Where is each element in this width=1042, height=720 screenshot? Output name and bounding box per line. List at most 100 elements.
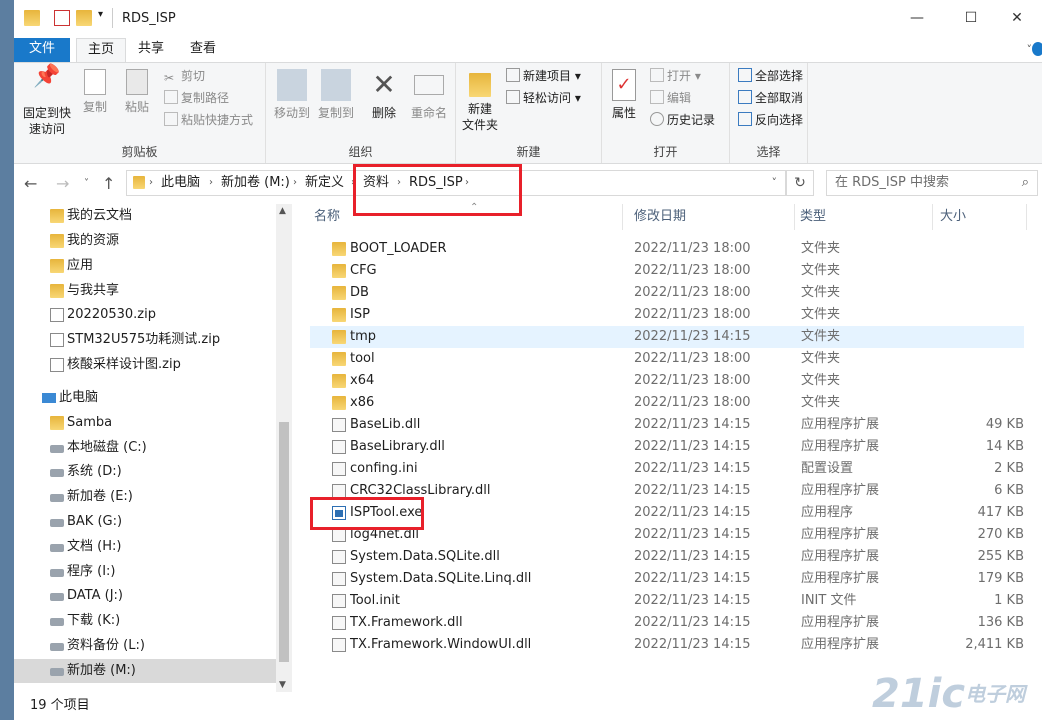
breadcrumb-this-pc[interactable]: 此电脑 [161,175,200,191]
nav-item[interactable]: DATA (J:) [14,584,276,608]
nav-item[interactable]: 系统 (D:) [14,460,276,484]
nav-item[interactable]: 此电脑 [14,386,276,410]
forward-arrow-icon[interactable]: → [56,174,69,194]
open-button[interactable]: 打开 ▾ [650,66,701,86]
file-row[interactable]: tmp 2022/11/23 14:15 文件夹 [310,326,1024,348]
open-label: 打开 [667,69,692,83]
nav-item[interactable]: 新加卷 (M:) [14,659,276,683]
cut-button[interactable]: ✂ 剪切 [164,66,205,86]
easy-access-button[interactable]: 轻松访问 ▾ [506,88,581,108]
properties-button[interactable]: ✓ 属性 [604,69,644,121]
file-row[interactable]: BOOT_LOADER 2022/11/23 18:00 文件夹 [310,238,1024,260]
new-folder-button[interactable]: 新建 文件夹 [458,69,502,133]
file-row[interactable]: BaseLibrary.dll 2022/11/23 14:15 应用程序扩展 14 … [310,436,1024,458]
scroll-down-icon[interactable]: ▼ [279,680,286,690]
breadcrumb-separator-icon[interactable]: › [149,175,153,191]
folder-icon [332,308,346,322]
refresh-icon[interactable]: ↻ [786,170,814,196]
file-row[interactable]: x64 2022/11/23 18:00 文件夹 [310,370,1024,392]
pin-quick-access-button[interactable]: 📌 固定到快 速访问 [20,66,74,137]
tab-share[interactable]: 共享 [128,38,174,62]
nav-item[interactable]: BAK (G:) [14,510,276,534]
nav-item[interactable]: 我的资源 [14,229,276,253]
select-group-label: 选择 [756,145,781,159]
chevron-down-icon[interactable]: ▾ [98,9,103,20]
breadcrumb-separator-icon[interactable]: › [293,175,297,191]
select-all-button[interactable]: 全部选择 [738,66,803,86]
file-row[interactable]: tool 2022/11/23 18:00 文件夹 [310,348,1024,370]
file-date: 2022/11/23 14:15 [634,461,751,476]
nav-item[interactable]: 我的云文档 [14,204,276,228]
nav-item[interactable]: 程序 (I:) [14,560,276,584]
history-button[interactable]: 历史记录 [650,110,715,130]
nav-item[interactable]: 核酸采样设计图.zip [14,353,276,377]
item-count: 19 个项目 [30,698,90,713]
help-icon[interactable] [1032,42,1042,56]
nav-item[interactable]: 文档 (H:) [14,535,276,559]
nav-item[interactable]: 本地磁盘 (C:) [14,436,276,460]
select-none-button[interactable]: 全部取消 [738,88,803,108]
edit-button[interactable]: 编辑 [650,88,691,108]
file-row[interactable]: System.Data.SQLite.Linq.dll 2022/11/23 14… [310,568,1024,590]
new-item-button[interactable]: 新建项目 ▾ [506,66,581,86]
chevron-down-icon[interactable]: ˅ [772,175,778,191]
file-type: 文件夹 [801,307,841,322]
file-row[interactable]: TX.Framework.WindowUI.dll 2022/11/23 14:1… [310,634,1024,656]
nav-item[interactable]: 与我共享 [14,279,276,303]
tab-home[interactable]: 主页 [76,38,126,62]
column-header-type[interactable]: 类型 [800,204,826,230]
file-row[interactable]: ISP 2022/11/23 18:00 文件夹 [310,304,1024,326]
file-date: 2022/11/23 14:15 [634,439,751,454]
rename-icon [414,75,444,95]
delete-button[interactable]: ✕ 删除 [364,69,404,121]
file-date: 2022/11/23 14:15 [634,527,751,542]
tab-view[interactable]: 查看 [180,38,226,62]
move-to-button[interactable]: 移动到 [270,69,314,121]
nav-item[interactable]: Samba [14,411,276,435]
properties-icon[interactable] [54,10,70,26]
column-header-name[interactable]: 名称 [314,204,340,230]
file-row[interactable]: DB 2022/11/23 18:00 文件夹 [310,282,1024,304]
close-button[interactable]: ✕ [994,0,1040,38]
watermark-sub: 电子网 [965,682,1026,706]
copy-path-button[interactable]: 复制路径 [164,88,229,108]
breadcrumb-separator-icon[interactable]: › [209,175,213,191]
nav-item[interactable]: STM32U575功耗测试.zip [14,328,276,352]
scroll-up-icon[interactable]: ▲ [279,206,286,216]
recent-locations-icon[interactable]: ˅ [84,174,89,194]
file-row[interactable]: BaseLib.dll 2022/11/23 14:15 应用程序扩展 49 KB [310,414,1024,436]
nav-item[interactable]: 下载 (K:) [14,609,276,633]
column-header-size[interactable]: 大小 [940,204,966,230]
file-row[interactable]: System.Data.SQLite.dll 2022/11/23 14:15 应用… [310,546,1024,568]
folder-icon [24,10,40,26]
file-row[interactable]: CFG 2022/11/23 18:00 文件夹 [310,260,1024,282]
paste-shortcut-button[interactable]: 粘贴快捷方式 [164,110,253,130]
nav-item[interactable]: 应用 [14,254,276,278]
scrollbar-thumb[interactable] [279,422,289,662]
nav-scrollbar[interactable]: ▲ ▼ [276,204,292,692]
invert-selection-button[interactable]: 反向选择 [738,110,803,130]
copy-to-button[interactable]: 复制到 [314,69,358,121]
new-folder-icon [469,73,491,97]
back-arrow-icon[interactable]: ← [24,174,37,194]
breadcrumb-drive-m[interactable]: 新加卷 (M:) [221,175,290,191]
file-row[interactable]: confing.ini 2022/11/23 14:15 配置设置 2 KB [310,458,1024,480]
nav-item[interactable]: 20220530.zip [14,303,276,327]
paste-button[interactable]: 粘贴 [118,69,156,115]
breadcrumb-custom[interactable]: 新定义 [305,175,344,191]
nav-item[interactable]: 新加卷 (E:) [14,485,276,509]
select-all-label: 全部选择 [755,69,804,83]
nav-item[interactable]: 资料备份 (L:) [14,634,276,658]
minimize-button[interactable]: — [894,0,940,38]
new-folder-icon[interactable] [76,10,92,26]
rename-button[interactable]: 重命名 [406,69,452,121]
tab-file[interactable]: 文件 [14,38,70,62]
file-row[interactable]: TX.Framework.dll 2022/11/23 14:15 应用程序扩展 13… [310,612,1024,634]
maximize-button[interactable]: ☐ [948,0,994,38]
up-arrow-icon[interactable]: ↑ [102,174,115,194]
file-row[interactable]: Tool.init 2022/11/23 14:15 INIT 文件 1 KB [310,590,1024,612]
search-input[interactable]: 在 RDS_ISP 中搜索 ⌕ [826,170,1038,196]
column-header-date[interactable]: 修改日期 [634,204,686,230]
file-row[interactable]: x86 2022/11/23 18:00 文件夹 [310,392,1024,414]
copy-button[interactable]: 复制 [76,69,114,115]
